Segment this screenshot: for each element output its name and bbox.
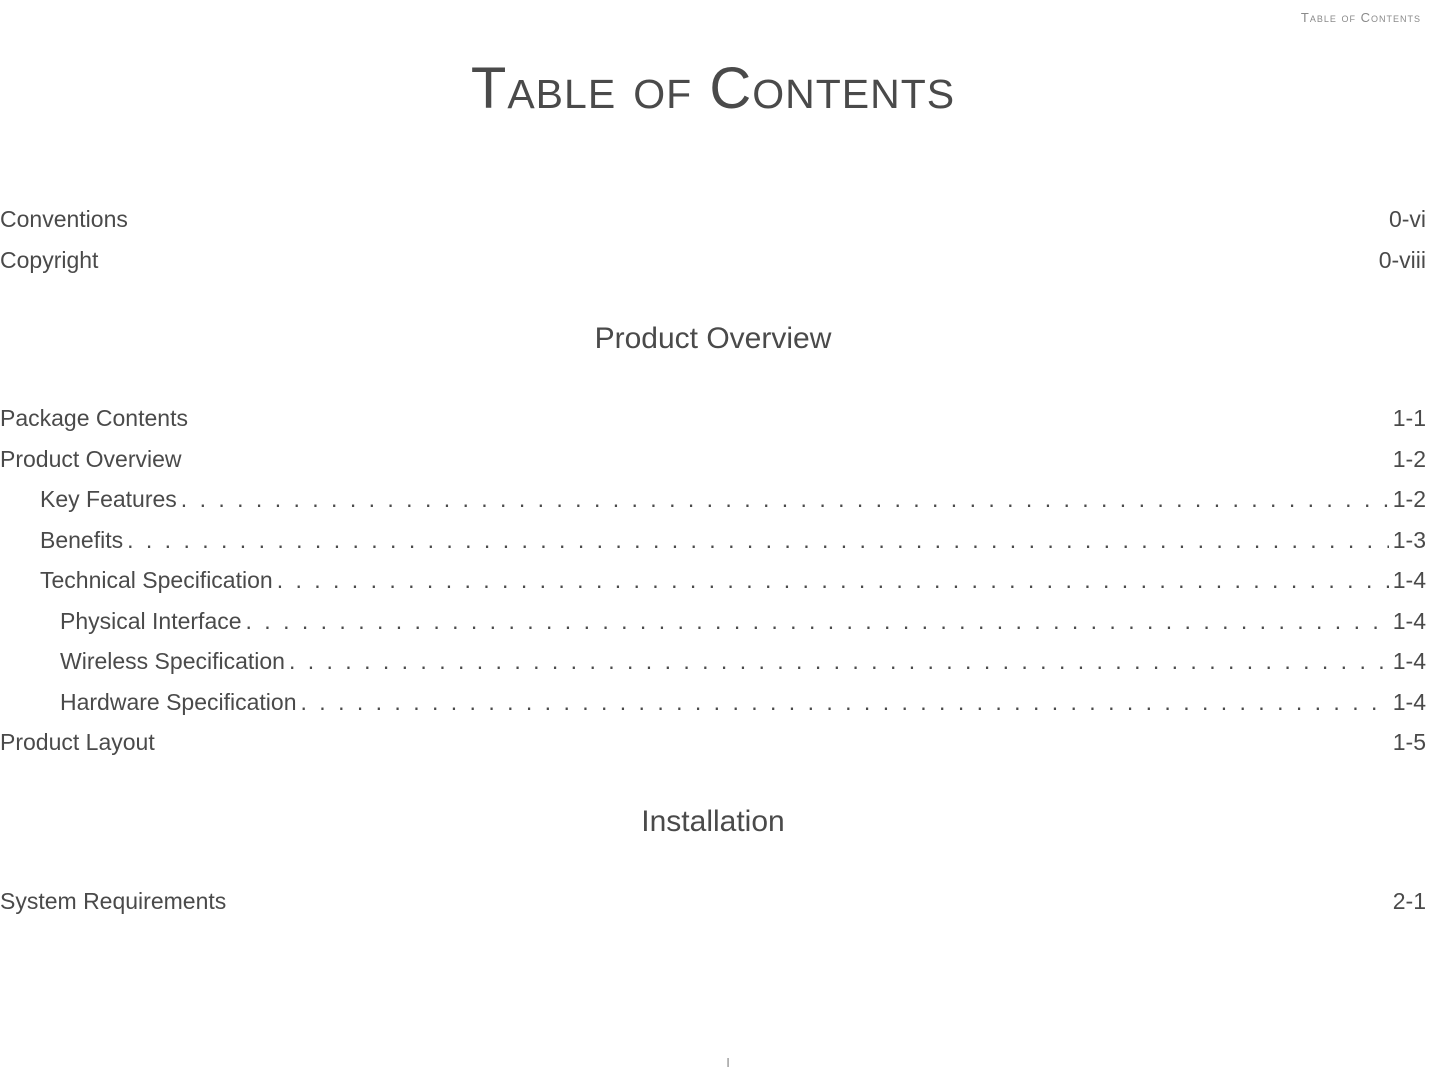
toc-dot-leader: . . . . . . . . . . . . . . . . . . . . …: [181, 482, 1389, 517]
toc-section-heading: Installation: [0, 805, 1426, 839]
toc-dot-leader: . . . . . . . . . . . . . . . . . . . . …: [301, 685, 1389, 720]
page-number: I: [726, 1055, 730, 1070]
toc-entry[interactable]: Package Contents . . . . . . . . . . . .…: [0, 401, 1426, 436]
toc-entry[interactable]: System Requirements . . . . . . . . . . …: [0, 884, 1426, 919]
toc-entry-title: Product Overview: [0, 442, 182, 477]
toc-dot-leader: . . . . . . . . . . . . . . . . . . . . …: [289, 644, 1389, 679]
toc-entry-title: Hardware Specification: [60, 685, 297, 720]
toc-entry-page: 1-4: [1393, 563, 1426, 598]
toc-entry-title: Key Features: [40, 482, 177, 517]
toc-entry-title: Technical Specification: [40, 563, 273, 598]
toc-entry-title: Product Layout: [0, 725, 155, 760]
toc-entry-page: 1-3: [1393, 523, 1426, 558]
toc-entry-page: 1-4: [1393, 685, 1426, 720]
toc-entry-title: Copyright: [0, 243, 98, 278]
toc-entry[interactable]: Technical Specification . . . . . . . . …: [0, 563, 1426, 598]
toc-entry-page: 1-4: [1393, 644, 1426, 679]
toc-entry-page: 1-1: [1393, 401, 1426, 436]
toc-entry[interactable]: Benefits . . . . . . . . . . . . . . . .…: [0, 523, 1426, 558]
toc-entry-page: 1-4: [1393, 604, 1426, 639]
toc-entry-page: 2-1: [1393, 884, 1426, 919]
toc-entry-title: System Requirements: [0, 884, 226, 919]
toc-entry-title: Wireless Specification: [60, 644, 285, 679]
toc-entry-title: Package Contents: [0, 401, 188, 436]
toc-entry-title: Physical Interface: [60, 604, 242, 639]
toc-entry[interactable]: Physical Interface . . . . . . . . . . .…: [0, 604, 1426, 639]
toc-entry[interactable]: Product Overview . . . . . . . . . . . .…: [0, 442, 1426, 477]
toc-entry[interactable]: Copyright . . . . . . . . . . . . . . . …: [0, 243, 1426, 278]
toc-entry-page: 1-2: [1393, 482, 1426, 517]
page-title: Table of Contents: [0, 55, 1426, 122]
toc-section-heading: Product Overview: [0, 322, 1426, 356]
toc-dot-leader: . . . . . . . . . . . . . . . . . . . . …: [277, 563, 1389, 598]
toc-entry-title: Conventions: [0, 202, 128, 237]
running-header: Table of Contents: [0, 10, 1426, 25]
toc-entry-page: 0-vi: [1389, 202, 1426, 237]
toc-entry[interactable]: Key Features . . . . . . . . . . . . . .…: [0, 482, 1426, 517]
toc-entry[interactable]: Conventions . . . . . . . . . . . . . . …: [0, 202, 1426, 237]
toc-dot-leader: . . . . . . . . . . . . . . . . . . . . …: [127, 523, 1389, 558]
toc-entry[interactable]: Product Layout . . . . . . . . . . . . .…: [0, 725, 1426, 760]
toc-entry-page: 1-5: [1393, 725, 1426, 760]
toc-entry-title: Benefits: [40, 523, 123, 558]
toc-entry[interactable]: Hardware Specification . . . . . . . . .…: [0, 685, 1426, 720]
toc-dot-leader: . . . . . . . . . . . . . . . . . . . . …: [246, 604, 1389, 639]
toc-entry[interactable]: Wireless Specification . . . . . . . . .…: [0, 644, 1426, 679]
toc-container: Conventions . . . . . . . . . . . . . . …: [0, 202, 1426, 918]
toc-entry-page: 0-viii: [1379, 243, 1426, 278]
toc-entry-page: 1-2: [1393, 442, 1426, 477]
